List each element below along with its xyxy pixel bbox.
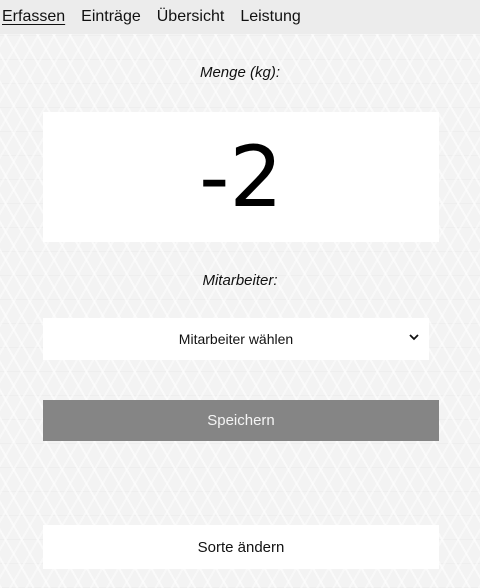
chevron-down-icon [409,334,419,341]
quantity-display[interactable]: -2 [43,112,439,242]
employee-select[interactable]: Mitarbeiter wählen [43,318,429,360]
employee-label: Mitarbeiter: [202,272,278,289]
nav-leistung[interactable]: Leistung [240,9,301,25]
nav-uebersicht[interactable]: Übersicht [157,9,225,25]
employee-select-value: Mitarbeiter wählen [178,331,294,347]
save-button[interactable]: Speichern [43,400,439,441]
change-sort-button[interactable]: Sorte ändern [43,525,439,569]
quantity-value: -2 [199,128,283,226]
nav-erfassen[interactable]: Erfassen [2,9,65,25]
top-navigation: Erfassen Einträge Übersicht Leistung [0,0,480,34]
quantity-label: Menge (kg): [199,64,281,81]
nav-eintraege[interactable]: Einträge [81,9,141,25]
